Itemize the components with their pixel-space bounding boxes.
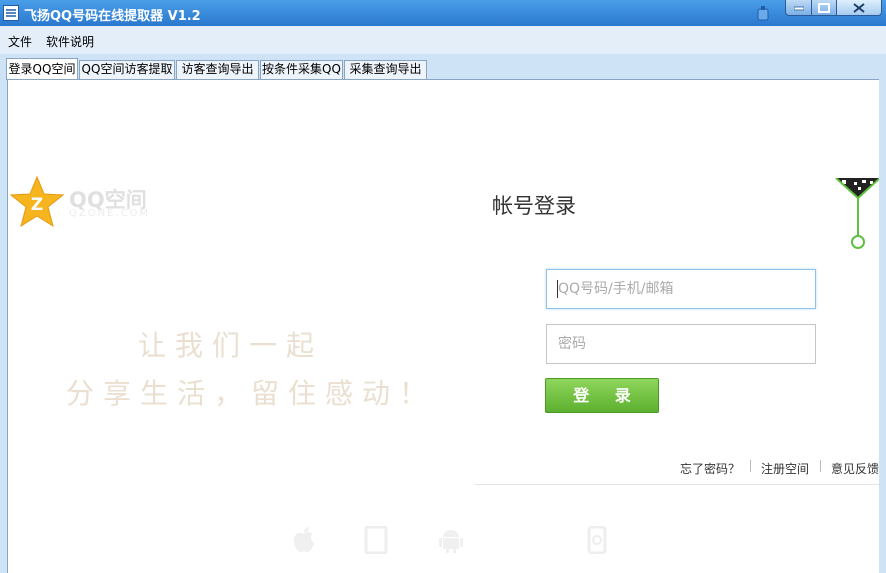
password-placeholder: 密码 (558, 336, 586, 352)
username-input[interactable]: QQ号码/手机/邮箱 (546, 269, 816, 309)
tab-visitor-export[interactable]: 访客查询导出 (176, 60, 259, 79)
menu-bar: 文件 软件说明 (0, 26, 886, 54)
menu-help[interactable]: 软件说明 (46, 33, 94, 50)
apple-icon[interactable] (291, 526, 317, 554)
svg-text:Z: Z (31, 195, 43, 215)
login-button[interactable]: 登 录 (545, 378, 659, 413)
web-content: Z QQ空间 QZONE.COM 让我们一起 分享生活，留住感动！ 帐号登录 Q… (7, 79, 879, 573)
maximize-icon (818, 2, 830, 13)
tab-visitor-extract[interactable]: QQ空间访客提取 (79, 60, 175, 79)
android-icon[interactable] (438, 526, 464, 554)
qzone-star-icon: Z (10, 176, 64, 228)
password-input[interactable]: 密码 (546, 324, 816, 364)
tab-collect-export[interactable]: 采集查询导出 (344, 60, 427, 79)
close-button[interactable] (836, 0, 882, 16)
slogan-line-2: 分享生活，留住感动！ (66, 377, 437, 410)
login-title: 帐号登录 (492, 194, 576, 218)
tab-strip: 登录QQ空间 QQ空间访客提取 访客查询导出 按条件采集QQ 采集查询导出 (0, 54, 886, 80)
title-bar[interactable]: 飞扬QQ号码在线提取器 V1.2 (0, 0, 886, 26)
feedback-link[interactable]: 意见反馈 (831, 460, 879, 477)
text-caret (557, 280, 558, 298)
maximize-button[interactable] (811, 0, 837, 16)
window-title: 飞扬QQ号码在线提取器 V1.2 (24, 9, 201, 24)
username-placeholder: QQ号码/手机/邮箱 (558, 281, 674, 297)
slogan-line-1: 让我们一起 (138, 329, 324, 362)
link-divider (750, 460, 751, 472)
register-link[interactable]: 注册空间 (761, 460, 809, 477)
mobile-qq-icon[interactable] (586, 526, 608, 554)
close-icon (853, 2, 865, 13)
tab-qzone-login[interactable]: 登录QQ空间 (6, 58, 78, 80)
tablet-icon[interactable] (364, 526, 388, 554)
link-divider (820, 460, 821, 472)
minimize-icon (793, 6, 804, 10)
forgot-password-link[interactable]: 忘了密码？ (680, 460, 740, 477)
pin-icon[interactable] (754, 4, 772, 22)
menu-file[interactable]: 文件 (8, 33, 32, 50)
app-icon[interactable] (3, 5, 19, 21)
qr-code-icon[interactable] (832, 178, 879, 252)
minimize-button[interactable] (785, 0, 812, 16)
qzone-domain: QZONE.COM (69, 208, 151, 219)
divider-line (475, 484, 879, 485)
tab-collect-qq[interactable]: 按条件采集QQ (260, 60, 343, 79)
